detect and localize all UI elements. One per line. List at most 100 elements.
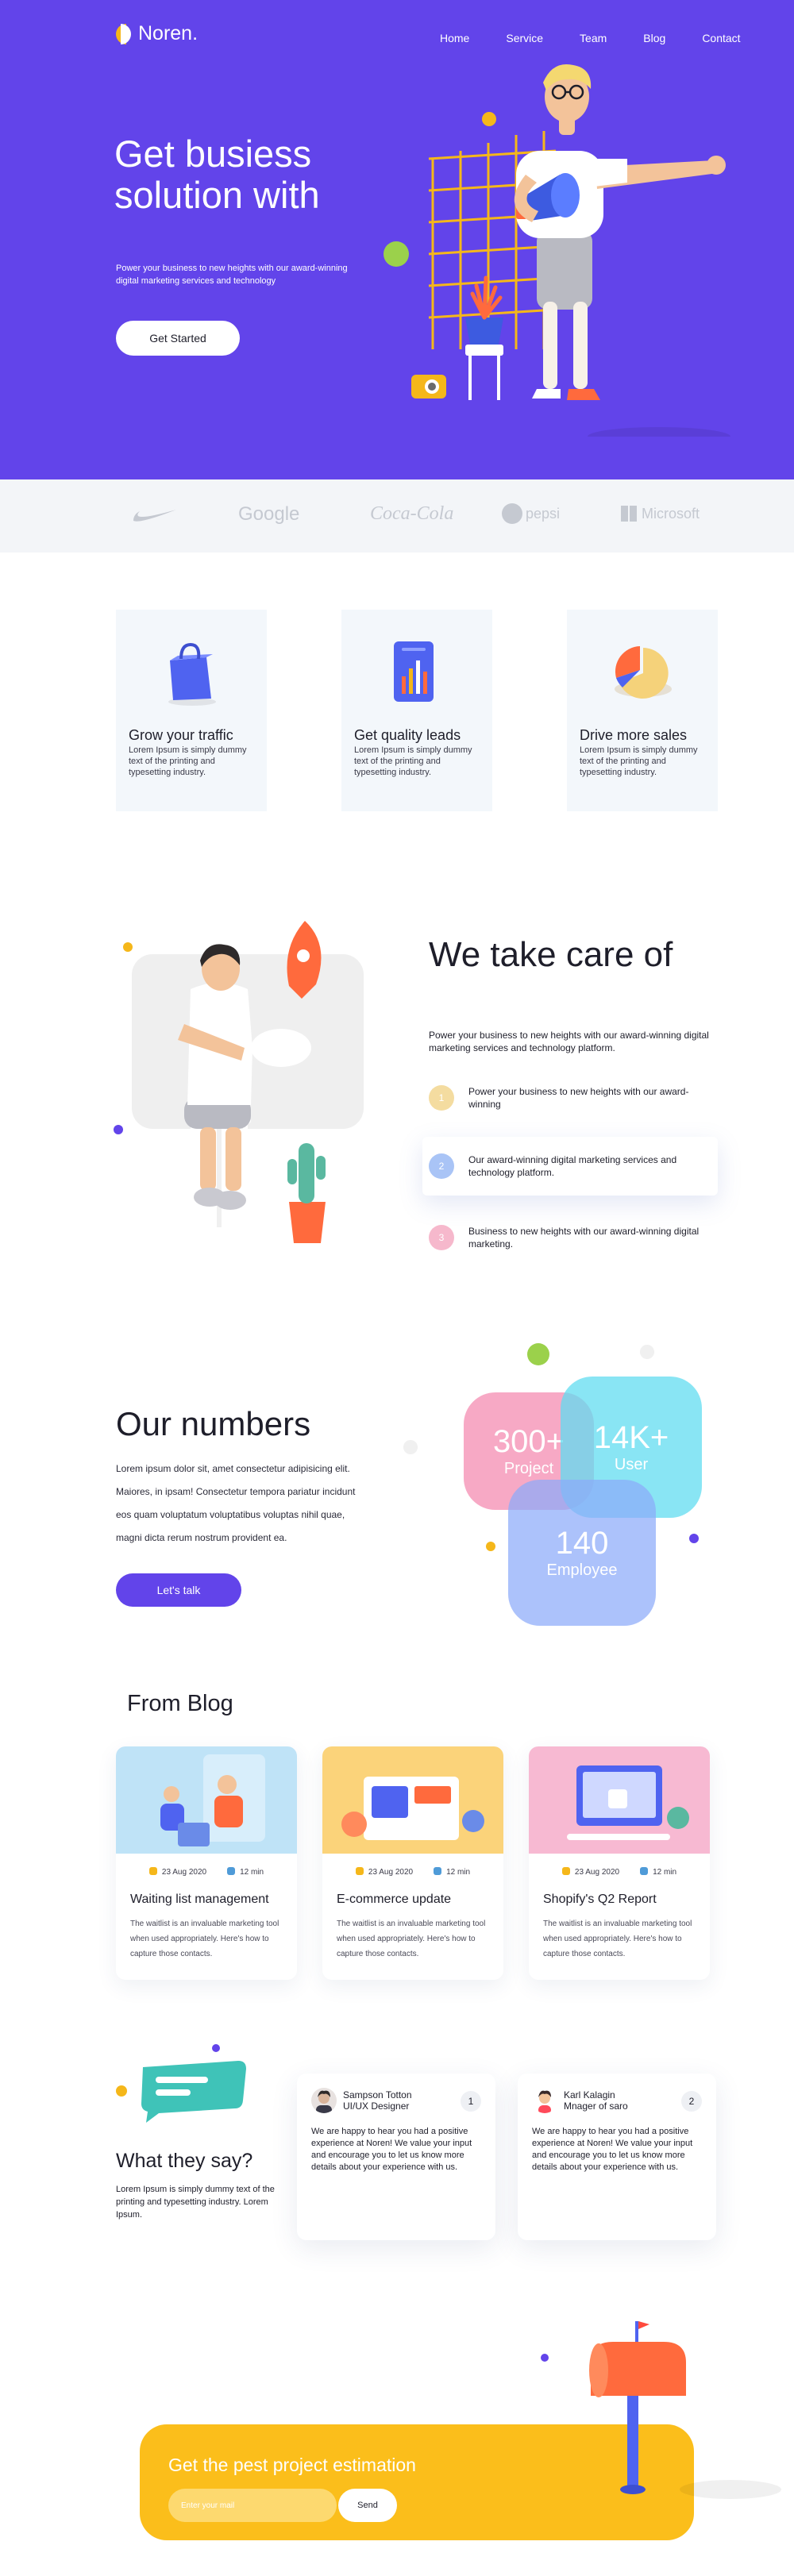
clock-icon: [640, 1867, 649, 1875]
nav-contact[interactable]: Contact: [702, 32, 740, 44]
care-item-text: Power your business to new heights with …: [468, 1086, 689, 1110]
testimonial-card: Sampson Totton UI/UX Designer 1 We are h…: [297, 2074, 495, 2240]
feature-text: Lorem Ipsum is simply dummy text of the …: [580, 745, 698, 777]
stat-value: 140: [555, 1526, 609, 1561]
cta-title: Get the pest project estimation: [168, 2455, 416, 2475]
blog-read-time: 12 min: [446, 1868, 471, 1877]
decor-dot-grey: [640, 1345, 654, 1359]
get-started-button[interactable]: Get Started: [116, 321, 240, 356]
calendar-icon: [355, 1867, 364, 1875]
stat-label: User: [614, 1456, 649, 1473]
feature-title: Grow your traffic: [129, 727, 233, 743]
logo-mark-icon: [116, 23, 132, 44]
clock-icon: [227, 1867, 236, 1875]
care-intro: Power your business to new heights with …: [429, 1030, 709, 1053]
stat-label: Employee: [546, 1561, 618, 1579]
decor-dot-green: [527, 1343, 549, 1365]
blog-post-excerpt: The waitlist is an invaluable marketing …: [543, 1919, 692, 1958]
feature-card-leads[interactable]: Get quality leads Lorem Ipsum is simply …: [341, 610, 492, 811]
partner-pepsi: pepsi: [526, 506, 561, 522]
step-number-badge: 3: [429, 1225, 454, 1250]
testimonial-name: Karl Kalagin: [564, 2089, 615, 2100]
blog-post-excerpt: The waitlist is an invaluable marketing …: [130, 1919, 279, 1958]
feature-title: Drive more sales: [580, 727, 688, 743]
brand-logo[interactable]: Noren.: [116, 22, 198, 45]
bar-chart-tablet-icon: [394, 641, 434, 702]
feature-card-sales[interactable]: Drive more sales Lorem Ipsum is simply d…: [567, 610, 718, 811]
nike-logo-icon: [133, 510, 176, 522]
feature-title: Get quality leads: [354, 727, 461, 743]
testimonial-name: Sampson Totton: [343, 2089, 412, 2100]
care-item-active[interactable]: 2 Our award-winning digital marketing se…: [422, 1137, 718, 1196]
mailbox-illustration: [541, 2321, 781, 2499]
feature-text: Lorem Ipsum is simply dummy text of the …: [129, 745, 247, 777]
nav-home[interactable]: Home: [440, 32, 469, 44]
blog-date: 23 Aug 2020: [368, 1868, 414, 1877]
hero-section: Noren. Home Service Team Blog Contact Ge…: [0, 0, 794, 479]
blog-image: [116, 1746, 297, 1854]
blog-meta: 23 Aug 2020 12 min: [529, 1867, 710, 1877]
nav-blog[interactable]: Blog: [643, 32, 665, 44]
decor-dot-yellow: [486, 1542, 495, 1551]
shopping-bag-icon: [168, 642, 216, 706]
blog-date: 23 Aug 2020: [574, 1868, 620, 1877]
care-title: We take care of: [429, 935, 673, 974]
testimonial-card: Karl Kalagin Mnager of saro 2 We are hap…: [518, 2074, 716, 2240]
numbers-title: Our numbers: [116, 1405, 311, 1442]
stat-employees: 140 Employee: [508, 1480, 656, 1626]
partners-strip: Google Coca-Cola pepsi Microsoft: [0, 479, 794, 553]
stat-value: 300+: [492, 1424, 565, 1459]
blog-post-title[interactable]: Waiting list management: [130, 1893, 269, 1907]
testimonial-quote: We are happy to hear you had a positive …: [311, 2127, 472, 2172]
blog-card[interactable]: 23 Aug 2020 12 min Waiting list manageme…: [116, 1746, 297, 1980]
avatar: [311, 2088, 337, 2113]
blog-title: From Blog: [127, 1691, 233, 1716]
stat-label: Project: [503, 1460, 554, 1477]
testimonial-index-badge: 2: [681, 2091, 702, 2112]
care-item-text: Our award-winning digital marketing serv…: [468, 1154, 677, 1178]
send-button[interactable]: Send: [338, 2489, 397, 2522]
partner-google: Google: [238, 503, 300, 525]
partner-coca-cola: Coca-Cola: [370, 503, 454, 524]
care-item-text: Business to new heights with our award-w…: [468, 1226, 700, 1249]
nav-team[interactable]: Team: [580, 32, 607, 44]
blog-meta: 23 Aug 2020 12 min: [116, 1867, 297, 1877]
main-nav: Home Service Team Blog Contact: [440, 32, 741, 44]
testimonial-index-badge: 1: [461, 2091, 481, 2112]
testimonials-title: What they say?: [116, 2150, 253, 2172]
nav-service[interactable]: Service: [506, 32, 543, 44]
blog-read-time: 12 min: [653, 1868, 677, 1877]
blog-date: 23 Aug 2020: [161, 1868, 207, 1877]
testimonial-role: Mnager of saro: [564, 2100, 628, 2112]
care-item[interactable]: 3 Business to new heights with our award…: [422, 1208, 718, 1267]
decor-dot-grey: [403, 1440, 418, 1454]
numbers-text: Lorem ipsum dolor sit, amet consectetur …: [116, 1463, 356, 1543]
testimonial-quote: We are happy to hear you had a positive …: [532, 2127, 693, 2172]
care-illustration: [114, 921, 364, 1243]
lets-talk-button[interactable]: Let's talk: [116, 1573, 241, 1607]
step-number-badge: 2: [429, 1153, 454, 1179]
decor-dot-green: [384, 241, 409, 267]
partner-microsoft: Microsoft: [642, 506, 700, 522]
testimonial-role: UI/UX Designer: [343, 2100, 410, 2112]
testimonials-text: Lorem Ipsum is simply dummy text of the …: [116, 2185, 275, 2220]
care-item[interactable]: 1 Power your business to new heights wit…: [422, 1069, 718, 1127]
avatar: [532, 2088, 557, 2113]
stat-value: 14K+: [593, 1420, 669, 1455]
hero-subtitle: Power your business to new heights with …: [116, 264, 348, 286]
blog-card[interactable]: 23 Aug 2020 12 min Shopify's Q2 Report T…: [529, 1746, 710, 1980]
microsoft-logo-icon: [621, 506, 637, 522]
blog-post-title[interactable]: Shopify's Q2 Report: [543, 1893, 657, 1907]
blog-post-excerpt: The waitlist is an invaluable marketing …: [337, 1919, 486, 1958]
pepsi-logo-icon: [502, 503, 522, 524]
email-input[interactable]: [168, 2489, 337, 2522]
blog-card[interactable]: 23 Aug 2020 12 min E-commerce update The…: [322, 1746, 503, 1980]
blog-meta: 23 Aug 2020 12 min: [322, 1867, 503, 1877]
pie-chart-icon: [615, 646, 672, 699]
blog-read-time: 12 min: [240, 1868, 264, 1877]
calendar-icon: [148, 1867, 157, 1875]
feature-card-traffic[interactable]: Grow your traffic Lorem Ipsum is simply …: [116, 610, 267, 811]
blog-image: [529, 1746, 710, 1854]
blog-post-title[interactable]: E-commerce update: [337, 1893, 451, 1907]
step-number-badge: 1: [429, 1085, 454, 1111]
